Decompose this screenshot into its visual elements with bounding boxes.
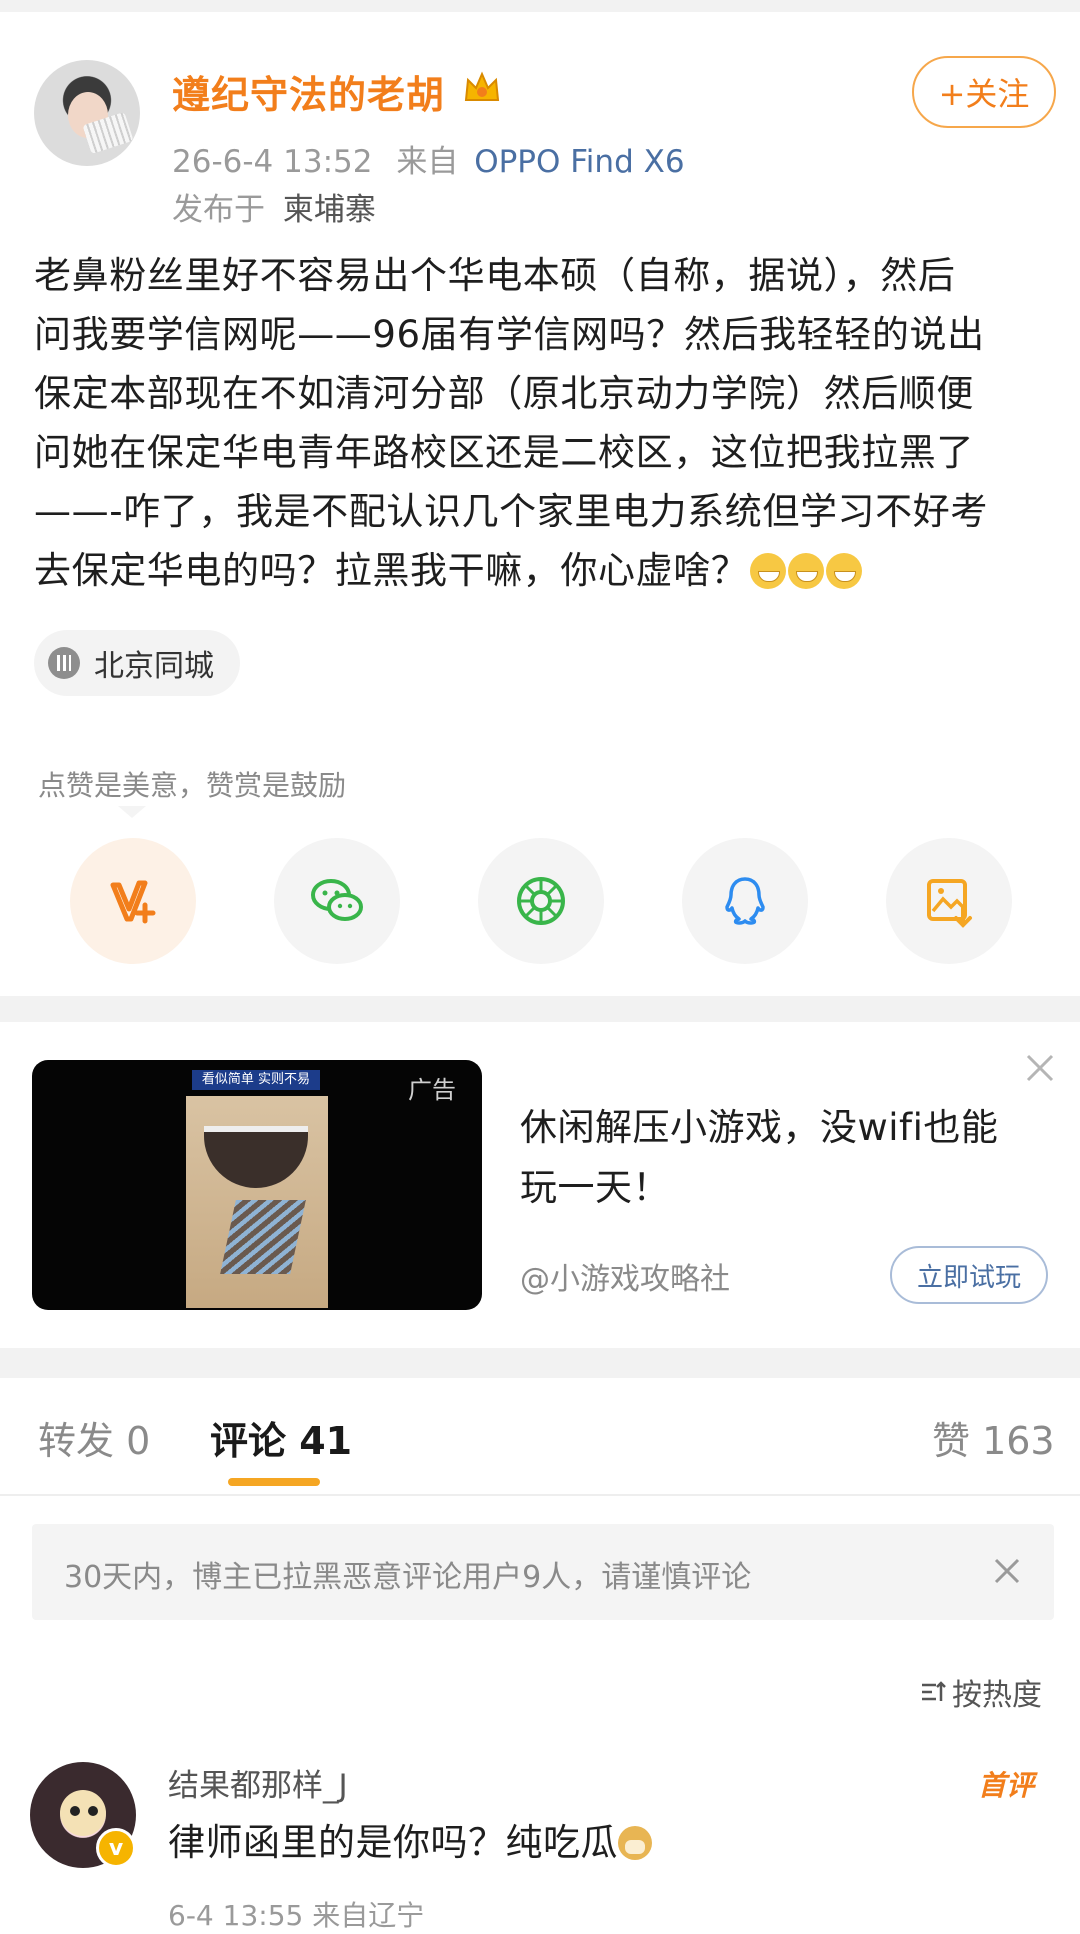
- author-avatar[interactable]: [34, 60, 140, 166]
- post-time: 26-6-4 13:52: [172, 144, 373, 180]
- comment-text: 律师函里的是你吗？纯吃瓜: [168, 1812, 652, 1866]
- sort-toggle[interactable]: 按热度: [920, 1670, 1042, 1714]
- post-line: 老鼻粉丝里好不容易出个华电本硕（自称，据说），然后: [34, 254, 956, 297]
- post-meta: 26-6-4 13:52 来自 OPPO Find X6: [172, 136, 685, 181]
- post-line: 去保定华电的吗？拉黑我干嘛，你心虚啥？: [34, 549, 749, 592]
- verified-badge-icon: v: [96, 1828, 136, 1868]
- published-place: 柬埔寨: [282, 192, 376, 228]
- section-separator: [0, 996, 1080, 1022]
- section-separator: [0, 1348, 1080, 1378]
- ad-author[interactable]: @小游戏攻略社: [520, 1254, 730, 1298]
- commenter-name[interactable]: 结果都那样_J: [168, 1760, 348, 1805]
- qq-icon: [725, 877, 765, 925]
- top-band: [0, 0, 1080, 12]
- wechat-icon: [311, 879, 363, 921]
- from-prefix: 来自: [396, 144, 459, 180]
- post-line: 问她在保定华电青年路校区还是二校区，这位把我拉黑了: [34, 431, 974, 474]
- close-icon[interactable]: [1022, 1050, 1058, 1086]
- tab-likes[interactable]: 赞 163: [932, 1410, 1055, 1465]
- save-image-icon: [927, 879, 972, 928]
- grin-emoji-icon: [750, 553, 787, 589]
- try-now-button[interactable]: 立即试玩: [890, 1246, 1048, 1304]
- sort-icon: [922, 1681, 946, 1701]
- grin-emoji-icon: [826, 553, 863, 589]
- like-hint: 点赞是美意，赞赏是鼓励: [38, 769, 347, 802]
- share-wechat-button[interactable]: [274, 838, 400, 964]
- post-body: 老鼻粉丝里好不容易出个华电本硕（自称，据说），然后 问我要学信网呢——96届有学…: [34, 246, 1054, 600]
- tab-comments[interactable]: 评论 41: [210, 1410, 352, 1465]
- save-image-button[interactable]: [886, 838, 1012, 964]
- author-name[interactable]: 遵纪守法的老胡: [172, 64, 445, 119]
- moments-icon: [517, 877, 565, 925]
- share-moments-button[interactable]: [478, 838, 604, 964]
- post-line: 保定本部现在不如清河分部（原北京动力学院）然后顺便: [34, 372, 974, 415]
- first-comment-badge: 首评: [978, 1769, 1035, 1802]
- active-tab-indicator: [228, 1478, 320, 1486]
- ad-image-banner: 看似简单 实则不易: [192, 1070, 320, 1090]
- ad-title-line: 玩一天！: [520, 1166, 670, 1209]
- published-prefix: 发布于: [172, 192, 265, 228]
- doge-emoji-icon: [618, 1826, 652, 1860]
- sort-label: 按热度: [952, 1678, 1042, 1713]
- comment-body: 律师函里的是你吗？纯吃瓜: [168, 1821, 618, 1864]
- location-chip[interactable]: 北京同城: [34, 630, 240, 696]
- tab-repost[interactable]: 转发 0: [38, 1410, 150, 1465]
- ad-title-line: 休闲解压小游戏，没wifi也能: [520, 1106, 999, 1149]
- post-line: ——-咋了，我是不配认识几个家里电力系统但学习不好考: [34, 490, 988, 533]
- post-line: 问我要学信网呢——96届有学信网吗？然后我轻轻的说出: [34, 313, 985, 356]
- ad-title[interactable]: 休闲解压小游戏，没wifi也能 玩一天！: [520, 1098, 1040, 1218]
- city-icon: [48, 647, 80, 679]
- location-chip-label: 北京同城: [94, 649, 214, 684]
- follow-button[interactable]: +关注: [912, 56, 1056, 128]
- block-notice-text: 30天内，博主已拉黑恶意评论用户9人，请谨慎评论: [64, 1560, 752, 1595]
- hint-pointer: [118, 806, 146, 818]
- post-line-last: 去保定华电的吗？拉黑我干嘛，你心虚啥？: [34, 541, 1054, 600]
- close-icon[interactable]: [990, 1554, 1024, 1588]
- tabs-divider: [0, 1494, 1080, 1496]
- device-link[interactable]: OPPO Find X6: [474, 144, 684, 180]
- v-plus-icon: [110, 880, 156, 924]
- crown-icon: [464, 71, 500, 101]
- grin-emoji-icon: [788, 553, 825, 589]
- share-qq-button[interactable]: [682, 838, 808, 964]
- published-location: 发布于 柬埔寨: [172, 184, 376, 229]
- ad-label: 广告: [408, 1076, 456, 1104]
- reward-button[interactable]: [70, 838, 196, 964]
- comment-meta: 6-4 13:55 来自辽宁: [168, 1899, 425, 1932]
